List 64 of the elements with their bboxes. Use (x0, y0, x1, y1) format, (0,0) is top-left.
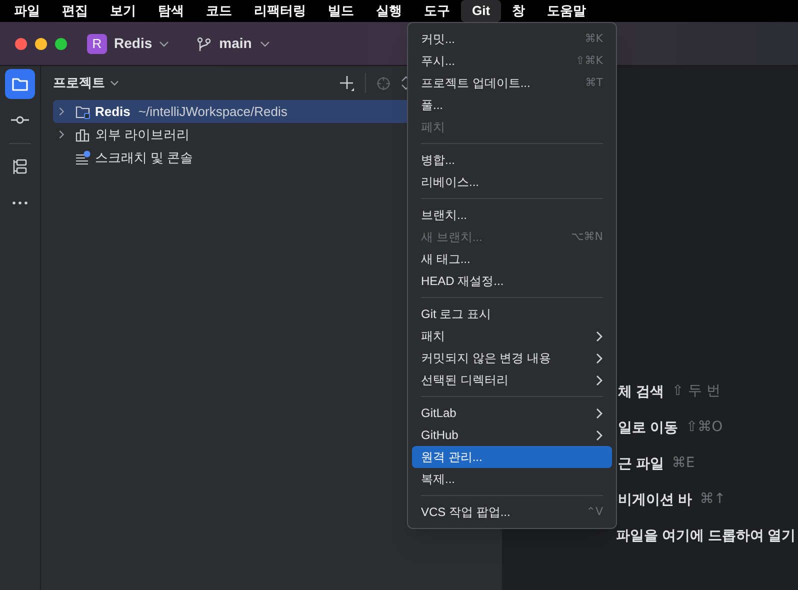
close-window-icon[interactable] (15, 38, 27, 50)
menu-item[interactable]: GitLab (412, 402, 612, 424)
tree-item-label: 스크래치 및 콘솔 (95, 148, 194, 167)
menu-item[interactable]: 원격 관리... (412, 446, 612, 468)
menu-item[interactable]: 푸시... ⇧⌘K (412, 50, 612, 72)
menu-item[interactable]: 리베이스... (412, 171, 612, 193)
minimize-window-icon[interactable] (35, 38, 47, 50)
hint-text: 비게이션 바 (618, 490, 692, 508)
tree-item-label: Redis (95, 102, 130, 121)
menu-item[interactable]: VCS 작업 팝업... ⌃V (412, 501, 612, 523)
menu-item[interactable]: 병합... (412, 149, 612, 171)
add-icon[interactable] (339, 75, 355, 91)
shortcut-text: ⌘↑ (700, 490, 726, 508)
shortcut-text: ⇧⌘O (686, 418, 723, 436)
menu-bar-item[interactable]: 코드 (195, 0, 243, 22)
chevron-down-icon[interactable] (110, 80, 119, 86)
shortcut-text: ⇧ 두 번 (672, 382, 721, 400)
menu-item[interactable]: 선택된 디렉터리 (412, 369, 612, 391)
menu-bar-item[interactable]: 도구 (413, 0, 461, 22)
path-label: ~/intelliJWorkspace/Redis (138, 102, 288, 121)
menu-item[interactable]: 복제... (412, 468, 612, 490)
panel-title[interactable]: 프로젝트 (53, 73, 105, 93)
library-icon (75, 126, 91, 142)
branch-icon (197, 36, 212, 50)
hint-text: 일로 이동 (618, 418, 678, 436)
chevron-right-icon (596, 330, 603, 342)
menu-bar-item[interactable]: 도움말 (536, 0, 598, 22)
menu-bar-item[interactable]: 빌드 (317, 0, 365, 22)
menu-item[interactable]: 새 태그... (412, 248, 612, 270)
hint-text: 근 파일 (618, 454, 664, 472)
menu-item[interactable]: GitHub (412, 424, 612, 446)
chevron-right-icon (596, 352, 603, 364)
menu-item[interactable]: HEAD 재설정... (412, 270, 612, 292)
menu-item[interactable]: 패치 (412, 325, 612, 347)
menu-bar-item[interactable]: 리팩터링 (243, 0, 317, 22)
hint-text: 체 검색 (618, 382, 664, 400)
tree-item-label: 외부 라이브러리 (95, 126, 190, 144)
menu-bar-item[interactable]: 보기 (99, 0, 147, 22)
menu-bar-item[interactable]: 실행 (365, 0, 413, 22)
chevron-right-icon (596, 408, 603, 418)
menu-bar-item[interactable]: Git (461, 0, 502, 22)
menu-item[interactable]: 커밋되지 않은 변경 내용 (412, 347, 612, 369)
maximize-window-icon[interactable] (55, 38, 67, 50)
menu-item[interactable]: Git 로그 표시 (412, 303, 612, 325)
chevron-down-icon (159, 40, 170, 46)
chevron-down-icon (260, 40, 270, 46)
menu-item[interactable]: 커밋... ⌘K (412, 28, 612, 50)
menu-item[interactable]: 프로젝트 업데이트... ⌘T (412, 72, 612, 94)
shortcut-text: ⌘E (672, 454, 695, 472)
chevron-right-icon[interactable] (57, 130, 66, 139)
chevron-right-icon[interactable] (57, 107, 66, 116)
menu-bar-item[interactable]: 편집 (51, 0, 99, 22)
menu-bar-item[interactable]: 파일 (3, 0, 51, 22)
menu-item[interactable]: 브랜치... (412, 204, 612, 226)
menu-bar-item[interactable]: 창 (501, 0, 536, 22)
menu-bar-item[interactable]: 탐색 (147, 0, 195, 22)
chevron-right-icon (596, 374, 603, 386)
scratches-icon (75, 150, 91, 166)
hint-text: 파일을 여기에 드롭하여 열기 (616, 526, 796, 544)
chevron-right-icon (596, 430, 603, 440)
folder-icon (75, 104, 91, 120)
project-selector[interactable]: R Redis (87, 33, 170, 54)
folder-icon[interactable] (5, 69, 35, 99)
branch-selector[interactable]: main (197, 33, 270, 54)
